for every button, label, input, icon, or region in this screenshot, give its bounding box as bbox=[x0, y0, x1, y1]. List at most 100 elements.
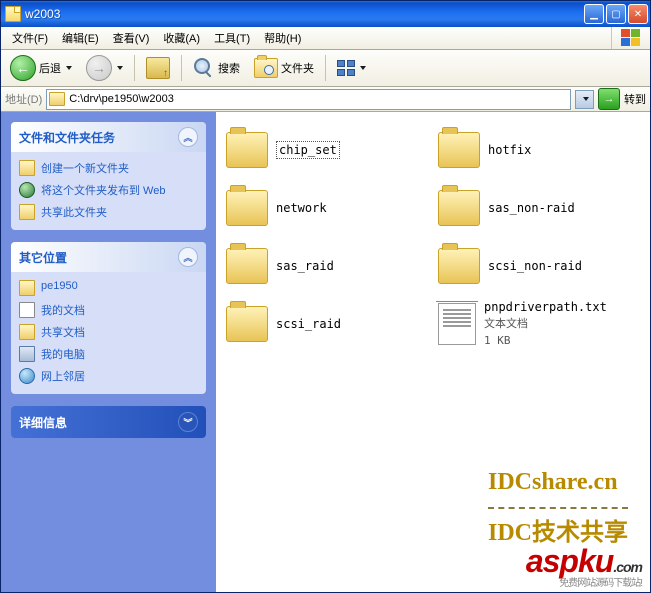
address-bar: 地址(D) C:\drv\pe1950\w2003 → 转到 bbox=[1, 87, 650, 112]
task-label: 网上邻居 bbox=[41, 368, 85, 384]
task-share-folder[interactable]: 共享此文件夹 bbox=[19, 204, 198, 220]
task-new-folder[interactable]: 创建一个新文件夹 bbox=[19, 160, 198, 176]
tasks-pane: 文件和文件夹任务 ︽ 创建一个新文件夹 将这个文件夹发布到 Web 共享此文件夹… bbox=[1, 112, 216, 593]
separator bbox=[325, 55, 326, 81]
collapse-icon[interactable]: ︽ bbox=[178, 127, 198, 147]
views-icon bbox=[337, 60, 355, 76]
folder-icon bbox=[226, 248, 268, 284]
file-name: pnpdriverpath.txt bbox=[484, 300, 607, 314]
windows-flag-icon bbox=[611, 27, 650, 49]
toolbar: ← 后退 → 搜索 文件夹 bbox=[1, 50, 650, 87]
menu-fav[interactable]: 收藏(A) bbox=[156, 28, 207, 48]
close-button[interactable]: ✕ bbox=[628, 4, 648, 24]
menu-view[interactable]: 查看(V) bbox=[106, 28, 157, 48]
chevron-down-icon bbox=[66, 66, 72, 70]
task-label: 将这个文件夹发布到 Web bbox=[41, 182, 165, 198]
file-type: 文本文档 bbox=[484, 317, 528, 330]
back-label: 后退 bbox=[39, 60, 61, 76]
file-name: sas_raid bbox=[276, 258, 334, 274]
folder-icon bbox=[438, 190, 480, 226]
folder-icon bbox=[226, 190, 268, 226]
menu-tools[interactable]: 工具(T) bbox=[207, 28, 257, 48]
panel-header[interactable]: 其它位置 ︽ bbox=[11, 242, 206, 272]
go-button[interactable]: → bbox=[598, 88, 620, 110]
chevron-down-icon bbox=[360, 66, 366, 70]
file-size: 1 KB bbox=[484, 334, 511, 347]
address-path: C:\drv\pe1950\w2003 bbox=[69, 93, 174, 105]
folder-icon bbox=[438, 132, 480, 168]
chevron-down-icon bbox=[583, 97, 589, 101]
folder-icon bbox=[19, 324, 35, 340]
folder-item[interactable]: chip_set bbox=[226, 124, 428, 176]
globe-icon bbox=[19, 182, 35, 198]
forward-button[interactable]: → bbox=[81, 54, 128, 82]
folder-icon bbox=[49, 92, 65, 106]
window-title: w2003 bbox=[25, 7, 584, 21]
folders-label: 文件夹 bbox=[281, 60, 314, 76]
views-button[interactable] bbox=[332, 54, 371, 82]
back-button[interactable]: ← 后退 bbox=[5, 54, 77, 82]
file-name: hotfix bbox=[488, 142, 531, 158]
task-label: 共享此文件夹 bbox=[41, 204, 107, 220]
task-label: 共享文档 bbox=[41, 324, 85, 340]
chevron-down-icon bbox=[117, 66, 123, 70]
menu-edit[interactable]: 编辑(E) bbox=[55, 28, 106, 48]
task-publish-web[interactable]: 将这个文件夹发布到 Web bbox=[19, 182, 198, 198]
folder-icon bbox=[5, 6, 21, 22]
folder-icon bbox=[19, 280, 35, 296]
task-label: 创建一个新文件夹 bbox=[41, 160, 129, 176]
panel-header[interactable]: 文件和文件夹任务 ︽ bbox=[11, 122, 206, 152]
tasks-panel-file-folder: 文件和文件夹任务 ︽ 创建一个新文件夹 将这个文件夹发布到 Web 共享此文件夹 bbox=[11, 122, 206, 230]
watermark-line1: IDCshare.cn bbox=[488, 462, 628, 503]
folder-item[interactable]: scsi_raid bbox=[226, 298, 428, 350]
file-name: scsi_raid bbox=[276, 316, 341, 332]
place-shared-documents[interactable]: 共享文档 bbox=[19, 324, 198, 340]
place-pe1950[interactable]: pe1950 bbox=[19, 280, 198, 296]
task-label: 我的文档 bbox=[41, 302, 85, 318]
file-item[interactable]: pnpdriverpath.txt 文本文档 1 KB bbox=[438, 298, 640, 350]
file-name: network bbox=[276, 200, 327, 216]
place-my-documents[interactable]: 我的文档 bbox=[19, 302, 198, 318]
task-label: pe1950 bbox=[41, 280, 78, 292]
title-bar[interactable]: w2003 ▁ ▢ ✕ bbox=[1, 1, 650, 27]
menu-bar: 文件(F) 编辑(E) 查看(V) 收藏(A) 工具(T) 帮助(H) bbox=[1, 27, 650, 50]
file-list-area[interactable]: chip_set hotfix network sas_non-raid sas… bbox=[216, 112, 650, 593]
folders-button[interactable]: 文件夹 bbox=[249, 54, 319, 82]
tasks-panel-other-places: 其它位置 ︽ pe1950 我的文档 共享文档 我的电脑 网上邻居 bbox=[11, 242, 206, 394]
watermark: IDCshare.cn IDC技术共享 bbox=[488, 462, 628, 554]
file-name: scsi_non-raid bbox=[488, 258, 582, 274]
folder-item[interactable]: hotfix bbox=[438, 124, 640, 176]
search-button[interactable]: 搜索 bbox=[188, 54, 245, 82]
up-button[interactable] bbox=[141, 54, 175, 82]
maximize-button[interactable]: ▢ bbox=[606, 4, 626, 24]
panel-title: 其它位置 bbox=[19, 249, 67, 266]
menu-file[interactable]: 文件(F) bbox=[5, 28, 55, 48]
folder-item[interactable]: sas_raid bbox=[226, 240, 428, 292]
folder-item[interactable]: network bbox=[226, 182, 428, 234]
computer-icon bbox=[19, 346, 35, 362]
menu-help[interactable]: 帮助(H) bbox=[257, 28, 308, 48]
folder-item[interactable]: scsi_non-raid bbox=[438, 240, 640, 292]
brand-tld: .com bbox=[613, 559, 642, 575]
place-network[interactable]: 网上邻居 bbox=[19, 368, 198, 384]
address-dropdown[interactable] bbox=[575, 90, 594, 109]
place-my-computer[interactable]: 我的电脑 bbox=[19, 346, 198, 362]
file-name: chip_set bbox=[276, 141, 340, 159]
folder-icon bbox=[226, 132, 268, 168]
minimize-button[interactable]: ▁ bbox=[584, 4, 604, 24]
expand-icon[interactable]: ︾ bbox=[178, 412, 198, 432]
search-icon bbox=[193, 57, 215, 79]
address-field[interactable]: C:\drv\pe1950\w2003 bbox=[46, 89, 571, 110]
folder-item[interactable]: sas_non-raid bbox=[438, 182, 640, 234]
back-icon: ← bbox=[10, 55, 36, 81]
folders-icon bbox=[254, 58, 278, 78]
task-label: 我的电脑 bbox=[41, 346, 85, 362]
collapse-icon[interactable]: ︽ bbox=[178, 247, 198, 267]
address-label: 地址(D) bbox=[5, 91, 42, 107]
folder-icon bbox=[438, 248, 480, 284]
share-icon bbox=[19, 204, 35, 220]
panel-title: 文件和文件夹任务 bbox=[19, 129, 115, 146]
tasks-panel-details[interactable]: 详细信息 ︾ bbox=[11, 406, 206, 438]
search-label: 搜索 bbox=[218, 60, 240, 76]
folder-icon bbox=[19, 160, 35, 176]
